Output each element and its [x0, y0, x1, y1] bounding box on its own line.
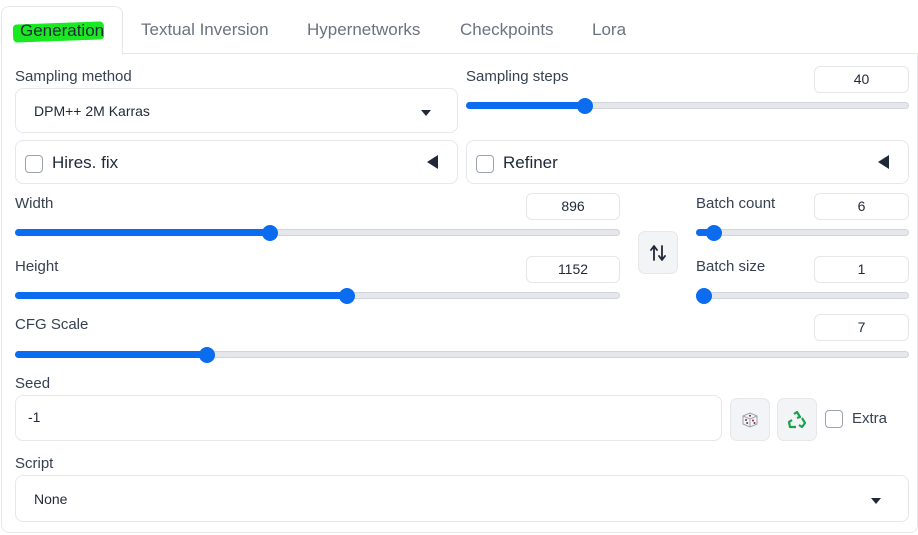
- hires-fix-accordion[interactable]: Hires. fix: [15, 140, 458, 184]
- script-dropdown[interactable]: None: [15, 475, 909, 522]
- sampling-steps-slider[interactable]: [466, 98, 909, 114]
- height-label: Height: [15, 258, 59, 275]
- random-seed-button[interactable]: [730, 398, 770, 441]
- sampling-steps-label: Sampling steps: [466, 68, 569, 85]
- extra-seed-label: Extra: [852, 410, 888, 427]
- height-input[interactable]: 1152: [526, 256, 620, 283]
- hires-fix-checkbox[interactable]: [25, 155, 43, 173]
- sampling-steps-input[interactable]: 40: [814, 66, 909, 93]
- slider-fill: [15, 292, 347, 299]
- width-label: Width: [15, 195, 54, 212]
- slider-thumb[interactable]: [577, 98, 593, 114]
- width-input[interactable]: 896: [526, 193, 620, 220]
- cfg-scale-input[interactable]: 7: [814, 314, 909, 341]
- slider-fill: [466, 102, 585, 109]
- chevron-down-icon: [871, 498, 881, 504]
- slider-track: [696, 292, 909, 299]
- chevron-down-icon: [421, 110, 431, 116]
- cfg-scale-slider[interactable]: [15, 347, 909, 363]
- seed-label: Seed: [15, 375, 51, 392]
- seed-input[interactable]: -1: [15, 395, 722, 441]
- slider-thumb[interactable]: [696, 288, 712, 304]
- slider-fill: [15, 229, 270, 236]
- batch-count-input[interactable]: 6: [814, 193, 909, 220]
- slider-thumb[interactable]: [706, 225, 722, 241]
- swap-dimensions-button[interactable]: [638, 231, 678, 274]
- tab-bar: Generation Textual Inversion Hypernetwor…: [0, 0, 918, 55]
- cfg-scale-label: CFG Scale: [15, 316, 89, 333]
- collapse-arrow-icon[interactable]: [878, 155, 889, 169]
- batch-size-label: Batch size: [696, 258, 766, 275]
- width-slider[interactable]: [15, 225, 620, 241]
- batch-count-slider[interactable]: [696, 225, 909, 241]
- tab-hypernetworks[interactable]: Hypernetworks: [307, 20, 420, 40]
- tab-generation[interactable]: Generation: [1, 6, 123, 55]
- slider-thumb[interactable]: [339, 288, 355, 304]
- sampling-method-label: Sampling method: [15, 68, 132, 85]
- refiner-label: Refiner: [503, 153, 558, 172]
- recycle-icon: [787, 410, 807, 428]
- swap-dimensions-icon: [650, 244, 666, 261]
- sampling-method-value: DPM++ 2M Karras: [34, 103, 150, 119]
- script-label: Script: [15, 455, 54, 472]
- tab-textual-inversion[interactable]: Textual Inversion: [141, 20, 269, 40]
- batch-size-slider[interactable]: [696, 288, 909, 304]
- sampling-method-dropdown[interactable]: DPM++ 2M Karras: [15, 88, 458, 133]
- slider-track: [696, 229, 909, 236]
- tab-checkpoints[interactable]: Checkpoints: [460, 20, 554, 40]
- seed-value: -1: [28, 409, 41, 425]
- reuse-seed-button[interactable]: [777, 398, 817, 441]
- collapse-arrow-icon[interactable]: [427, 155, 438, 169]
- batch-size-input[interactable]: 1: [814, 256, 909, 283]
- tab-lora[interactable]: Lora: [592, 20, 626, 40]
- extra-seed-checkbox[interactable]: [825, 410, 843, 428]
- slider-thumb[interactable]: [199, 347, 215, 363]
- height-slider[interactable]: [15, 288, 620, 304]
- refiner-checkbox[interactable]: [476, 155, 494, 173]
- hires-fix-label: Hires. fix: [52, 153, 119, 172]
- tab-generation-label: Generation: [20, 21, 105, 40]
- refiner-accordion[interactable]: Refiner: [466, 140, 909, 184]
- batch-count-label: Batch count: [696, 195, 776, 212]
- slider-thumb[interactable]: [262, 225, 278, 241]
- dice-icon: [742, 411, 758, 428]
- slider-fill: [15, 351, 207, 358]
- script-value: None: [34, 491, 68, 507]
